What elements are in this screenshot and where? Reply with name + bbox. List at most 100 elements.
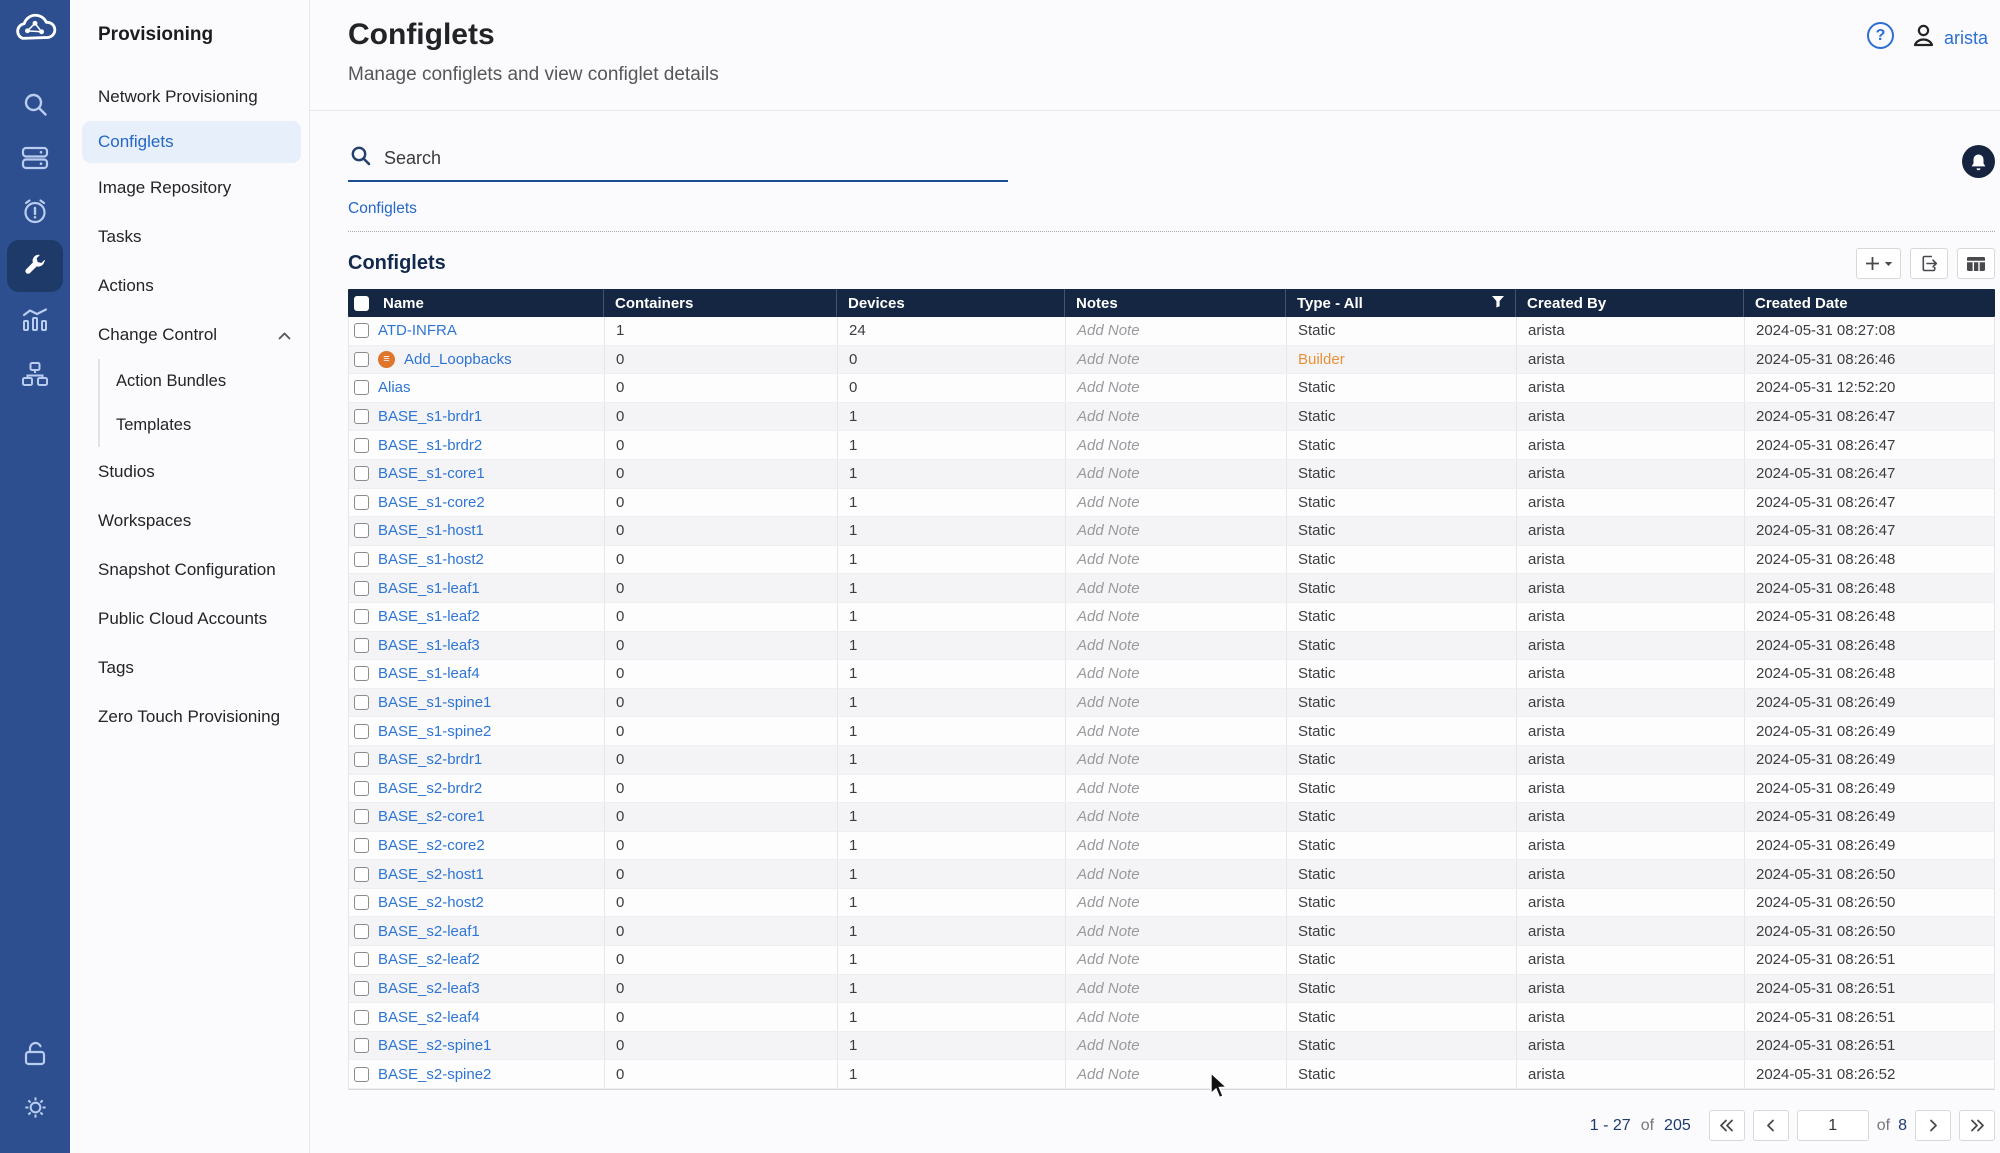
add-note-placeholder[interactable]: Add Note — [1077, 1009, 1140, 1026]
col-name[interactable]: Name — [383, 295, 424, 312]
row-checkbox[interactable] — [354, 352, 369, 367]
table-row[interactable]: BASE_s2-host101Add NoteStaticarista2024-… — [349, 860, 1994, 889]
notifications-bell-icon[interactable] — [1962, 145, 1995, 178]
sidebar-item-actions[interactable]: Actions — [70, 261, 309, 310]
add-note-placeholder[interactable]: Add Note — [1077, 1037, 1140, 1054]
add-note-placeholder[interactable]: Add Note — [1077, 551, 1140, 568]
help-icon[interactable]: ? — [1867, 22, 1894, 49]
notes-cell[interactable]: Add Note — [1066, 632, 1287, 660]
row-checkbox[interactable] — [354, 867, 369, 882]
notes-cell[interactable]: Add Note — [1066, 403, 1287, 431]
notes-cell[interactable]: Add Note — [1066, 1060, 1287, 1088]
row-checkbox[interactable] — [354, 552, 369, 567]
row-checkbox[interactable] — [354, 1038, 369, 1053]
notes-cell[interactable]: Add Note — [1066, 975, 1287, 1003]
sidebar-item-network-provisioning[interactable]: Network Provisioning — [70, 72, 309, 121]
table-row[interactable]: BASE_s2-leaf301Add NoteStaticarista2024-… — [349, 975, 1994, 1004]
notes-cell[interactable]: Add Note — [1066, 917, 1287, 945]
select-all-checkbox[interactable] — [354, 296, 369, 311]
table-row[interactable]: BASE_s1-leaf301Add NoteStaticarista2024-… — [349, 632, 1994, 661]
configlet-link[interactable]: BASE_s2-leaf1 — [378, 923, 480, 940]
row-checkbox[interactable] — [354, 924, 369, 939]
settings-gear-icon[interactable] — [7, 1081, 63, 1133]
configlet-link[interactable]: BASE_s1-host2 — [378, 551, 484, 568]
user-menu[interactable]: arista — [1910, 22, 1988, 54]
configlet-link[interactable]: BASE_s1-brdr2 — [378, 437, 482, 454]
prev-page-button[interactable] — [1753, 1110, 1789, 1141]
row-checkbox[interactable] — [354, 438, 369, 453]
configlet-link[interactable]: BASE_s2-leaf4 — [378, 1009, 480, 1026]
add-note-placeholder[interactable]: Add Note — [1077, 951, 1140, 968]
notes-cell[interactable]: Add Note — [1066, 346, 1287, 374]
configlet-link[interactable]: Add_Loopbacks — [404, 351, 512, 368]
notes-cell[interactable]: Add Note — [1066, 775, 1287, 803]
search-input[interactable] — [384, 148, 1006, 169]
configlet-link[interactable]: BASE_s2-spine1 — [378, 1037, 491, 1054]
row-checkbox[interactable] — [354, 952, 369, 967]
notes-cell[interactable]: Add Note — [1066, 1032, 1287, 1060]
row-checkbox[interactable] — [354, 380, 369, 395]
last-page-button[interactable] — [1959, 1110, 1995, 1141]
add-note-placeholder[interactable]: Add Note — [1077, 322, 1140, 339]
add-note-placeholder[interactable]: Add Note — [1077, 866, 1140, 883]
add-note-placeholder[interactable]: Add Note — [1077, 808, 1140, 825]
provisioning-icon[interactable] — [7, 240, 63, 292]
chevron-up-icon[interactable] — [278, 325, 291, 345]
cloudvision-logo-icon[interactable] — [12, 12, 58, 44]
sidebar-item-tasks[interactable]: Tasks — [70, 212, 309, 261]
table-row[interactable]: BASE_s2-leaf401Add NoteStaticarista2024-… — [349, 1003, 1994, 1032]
add-note-placeholder[interactable]: Add Note — [1077, 780, 1140, 797]
configlet-link[interactable]: BASE_s1-leaf1 — [378, 580, 480, 597]
table-row[interactable]: BASE_s1-host101Add NoteStaticarista2024-… — [349, 517, 1994, 546]
configlet-link[interactable]: BASE_s2-host1 — [378, 866, 484, 883]
sidebar-item-studios[interactable]: Studios — [70, 447, 309, 496]
search-rail-icon[interactable] — [7, 78, 63, 130]
col-type[interactable]: Type - All — [1297, 295, 1363, 312]
table-row[interactable]: BASE_s1-spine101Add NoteStaticarista2024… — [349, 689, 1994, 718]
sidebar-item-workspaces[interactable]: Workspaces — [70, 496, 309, 545]
add-note-placeholder[interactable]: Add Note — [1077, 437, 1140, 454]
col-devices[interactable]: Devices — [837, 289, 1065, 317]
col-containers[interactable]: Containers — [604, 289, 837, 317]
configlet-link[interactable]: BASE_s2-host2 — [378, 894, 484, 911]
row-checkbox[interactable] — [354, 1010, 369, 1025]
notes-cell[interactable]: Add Note — [1066, 431, 1287, 459]
sidebar-item-action-bundles[interactable]: Action Bundles — [98, 359, 309, 403]
configlet-link[interactable]: Alias — [378, 379, 411, 396]
row-checkbox[interactable] — [354, 809, 369, 824]
topology-icon[interactable] — [7, 348, 63, 400]
notes-cell[interactable]: Add Note — [1066, 803, 1287, 831]
configlet-link[interactable]: BASE_s1-leaf2 — [378, 608, 480, 625]
table-row[interactable]: BASE_s2-spine201Add NoteStaticarista2024… — [349, 1060, 1994, 1089]
add-note-placeholder[interactable]: Add Note — [1077, 379, 1140, 396]
configlet-link[interactable]: BASE_s2-brdr2 — [378, 780, 482, 797]
notes-cell[interactable]: Add Note — [1066, 860, 1287, 888]
sidebar-item-change-control[interactable]: Change Control — [70, 310, 309, 359]
events-icon[interactable] — [7, 186, 63, 238]
notes-cell[interactable]: Add Note — [1066, 489, 1287, 517]
table-row[interactable]: BASE_s2-brdr201Add NoteStaticarista2024-… — [349, 775, 1994, 804]
row-checkbox[interactable] — [354, 781, 369, 796]
row-checkbox[interactable] — [354, 523, 369, 538]
notes-cell[interactable]: Add Note — [1066, 832, 1287, 860]
notes-cell[interactable]: Add Note — [1066, 517, 1287, 545]
notes-cell[interactable]: Add Note — [1066, 603, 1287, 631]
add-note-placeholder[interactable]: Add Note — [1077, 723, 1140, 740]
table-row[interactable]: BASE_s2-brdr101Add NoteStaticarista2024-… — [349, 746, 1994, 775]
configlet-link[interactable]: BASE_s1-spine1 — [378, 694, 491, 711]
table-row[interactable]: ATD-INFRA124Add NoteStaticarista2024-05-… — [349, 317, 1994, 346]
inventory-icon[interactable] — [7, 132, 63, 184]
table-row[interactable]: ≡Add_Loopbacks00Add NoteBuilderarista202… — [349, 346, 1994, 375]
unlock-icon[interactable] — [7, 1027, 63, 1079]
add-note-placeholder[interactable]: Add Note — [1077, 465, 1140, 482]
configlet-link[interactable]: BASE_s1-spine2 — [378, 723, 491, 740]
row-checkbox[interactable] — [354, 609, 369, 624]
row-checkbox[interactable] — [354, 981, 369, 996]
configlet-link[interactable]: BASE_s2-leaf3 — [378, 980, 480, 997]
configlet-link[interactable]: ATD-INFRA — [378, 322, 457, 339]
row-checkbox[interactable] — [354, 838, 369, 853]
add-note-placeholder[interactable]: Add Note — [1077, 923, 1140, 940]
notes-cell[interactable]: Add Note — [1066, 460, 1287, 488]
add-configlet-button[interactable] — [1856, 248, 1901, 279]
configlet-link[interactable]: BASE_s2-leaf2 — [378, 951, 480, 968]
